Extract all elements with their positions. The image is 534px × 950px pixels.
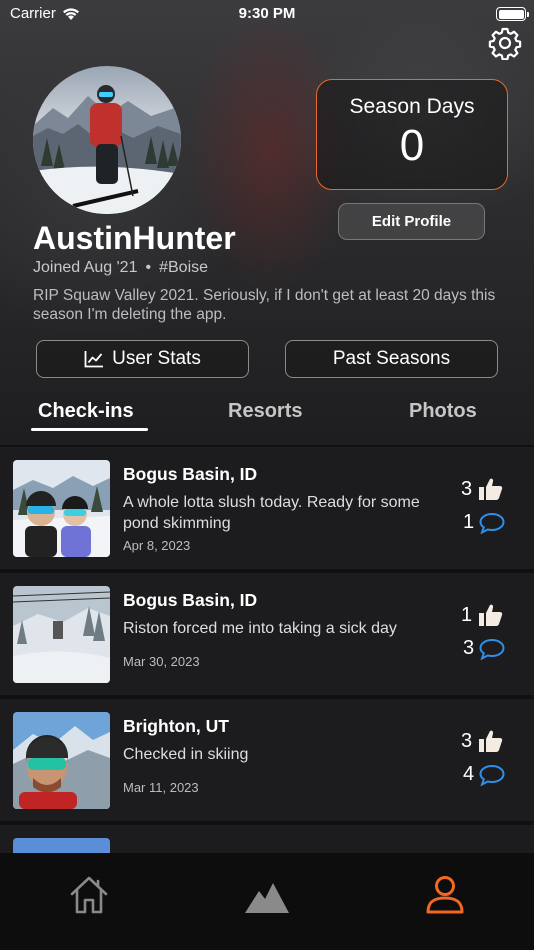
thumbs-up-icon[interactable] (477, 603, 503, 627)
edit-profile-button[interactable]: Edit Profile (338, 203, 485, 240)
checkin-date: Mar 30, 2023 (123, 654, 200, 669)
mountain-icon[interactable] (245, 873, 289, 917)
past-seasons-label: Past Seasons (332, 348, 451, 369)
checkin-photo[interactable] (13, 838, 110, 853)
checkin-resort[interactable]: Bogus Basin, ID (123, 464, 257, 485)
checkin-date: Mar 11, 2023 (123, 780, 199, 795)
comment-bubble-icon[interactable] (479, 638, 505, 660)
tab-photos[interactable]: Photos (409, 400, 477, 423)
checkin-card[interactable]: Bogus Basin, ID A whole lotta slush toda… (0, 447, 534, 569)
comment-bubble-icon[interactable] (479, 764, 505, 786)
past-seasons-button[interactable]: Past Seasons (285, 340, 498, 378)
like-control[interactable]: 3 (461, 729, 503, 753)
meta-separator: • (145, 259, 152, 276)
checkin-text: Checked in skiing (123, 746, 249, 763)
tab-resorts[interactable]: Resorts (228, 400, 302, 423)
comment-count: 4 (463, 763, 475, 785)
status-bar: Carrier 9:30 PM (0, 0, 534, 30)
checkin-photo[interactable] (13, 712, 110, 809)
like-count: 3 (461, 729, 473, 752)
home-icon[interactable] (67, 873, 111, 917)
season-days-value: 0 (399, 121, 425, 170)
thumbs-up-icon[interactable] (477, 477, 503, 501)
profile-tabs: Check-ins Resorts Photos (0, 396, 534, 436)
checkin-card[interactable] (0, 825, 534, 853)
joined-date: Joined Aug '21 (33, 259, 138, 276)
comment-control[interactable]: 4 (463, 763, 505, 786)
tab-check-ins[interactable]: Check-ins (38, 400, 134, 423)
like-count: 3 (461, 477, 473, 500)
like-control[interactable]: 3 (461, 477, 503, 501)
thumbs-up-icon[interactable] (477, 729, 503, 753)
profile-meta: Joined Aug '21 • #Boise (33, 259, 208, 277)
checkin-card[interactable]: Bogus Basin, ID Riston forced me into ta… (0, 573, 534, 695)
checkin-resort[interactable]: Bogus Basin, ID (123, 590, 257, 611)
checkin-photo[interactable] (13, 586, 110, 683)
season-days-label: Season Days (349, 95, 475, 118)
checkin-photo[interactable] (13, 460, 110, 557)
avatar[interactable] (33, 66, 181, 214)
like-control[interactable]: 1 (461, 603, 503, 627)
user-stats-button[interactable]: User Stats (36, 340, 249, 378)
user-stats-label: User Stats (112, 348, 201, 369)
comment-bubble-icon[interactable] (479, 512, 505, 534)
active-tab-indicator (31, 428, 148, 431)
checkin-resort[interactable]: Brighton, UT (123, 716, 229, 737)
checkin-date: Apr 8, 2023 (123, 538, 191, 553)
profile-bio: RIP Squaw Valley 2021. Seriously, if I d… (33, 287, 496, 323)
checkin-text: Riston forced me into taking a sick day (123, 620, 397, 637)
username: AustinHunter (33, 220, 236, 256)
checkin-text: A whole lotta slush today. Ready for som… (123, 494, 420, 532)
season-days-card: Season Days 0 (316, 79, 508, 190)
comment-count: 1 (463, 511, 475, 533)
comment-control[interactable]: 1 (463, 511, 505, 534)
avatar-photo (33, 85, 181, 214)
gear-icon[interactable] (488, 26, 522, 60)
comment-control[interactable]: 3 (463, 637, 505, 660)
profile-icon[interactable] (423, 873, 467, 917)
clock: 9:30 PM (238, 5, 296, 22)
checkin-card[interactable]: Brighton, UT Checked in skiing Mar 11, 2… (0, 699, 534, 821)
like-count: 1 (461, 603, 473, 626)
checkin-feed[interactable]: Bogus Basin, ID A whole lotta slush toda… (0, 445, 534, 853)
comment-count: 3 (463, 637, 475, 659)
chart-icon (84, 351, 104, 368)
location-tag[interactable]: #Boise (159, 259, 208, 276)
tab-bar (0, 853, 534, 950)
battery-icon (496, 7, 529, 21)
